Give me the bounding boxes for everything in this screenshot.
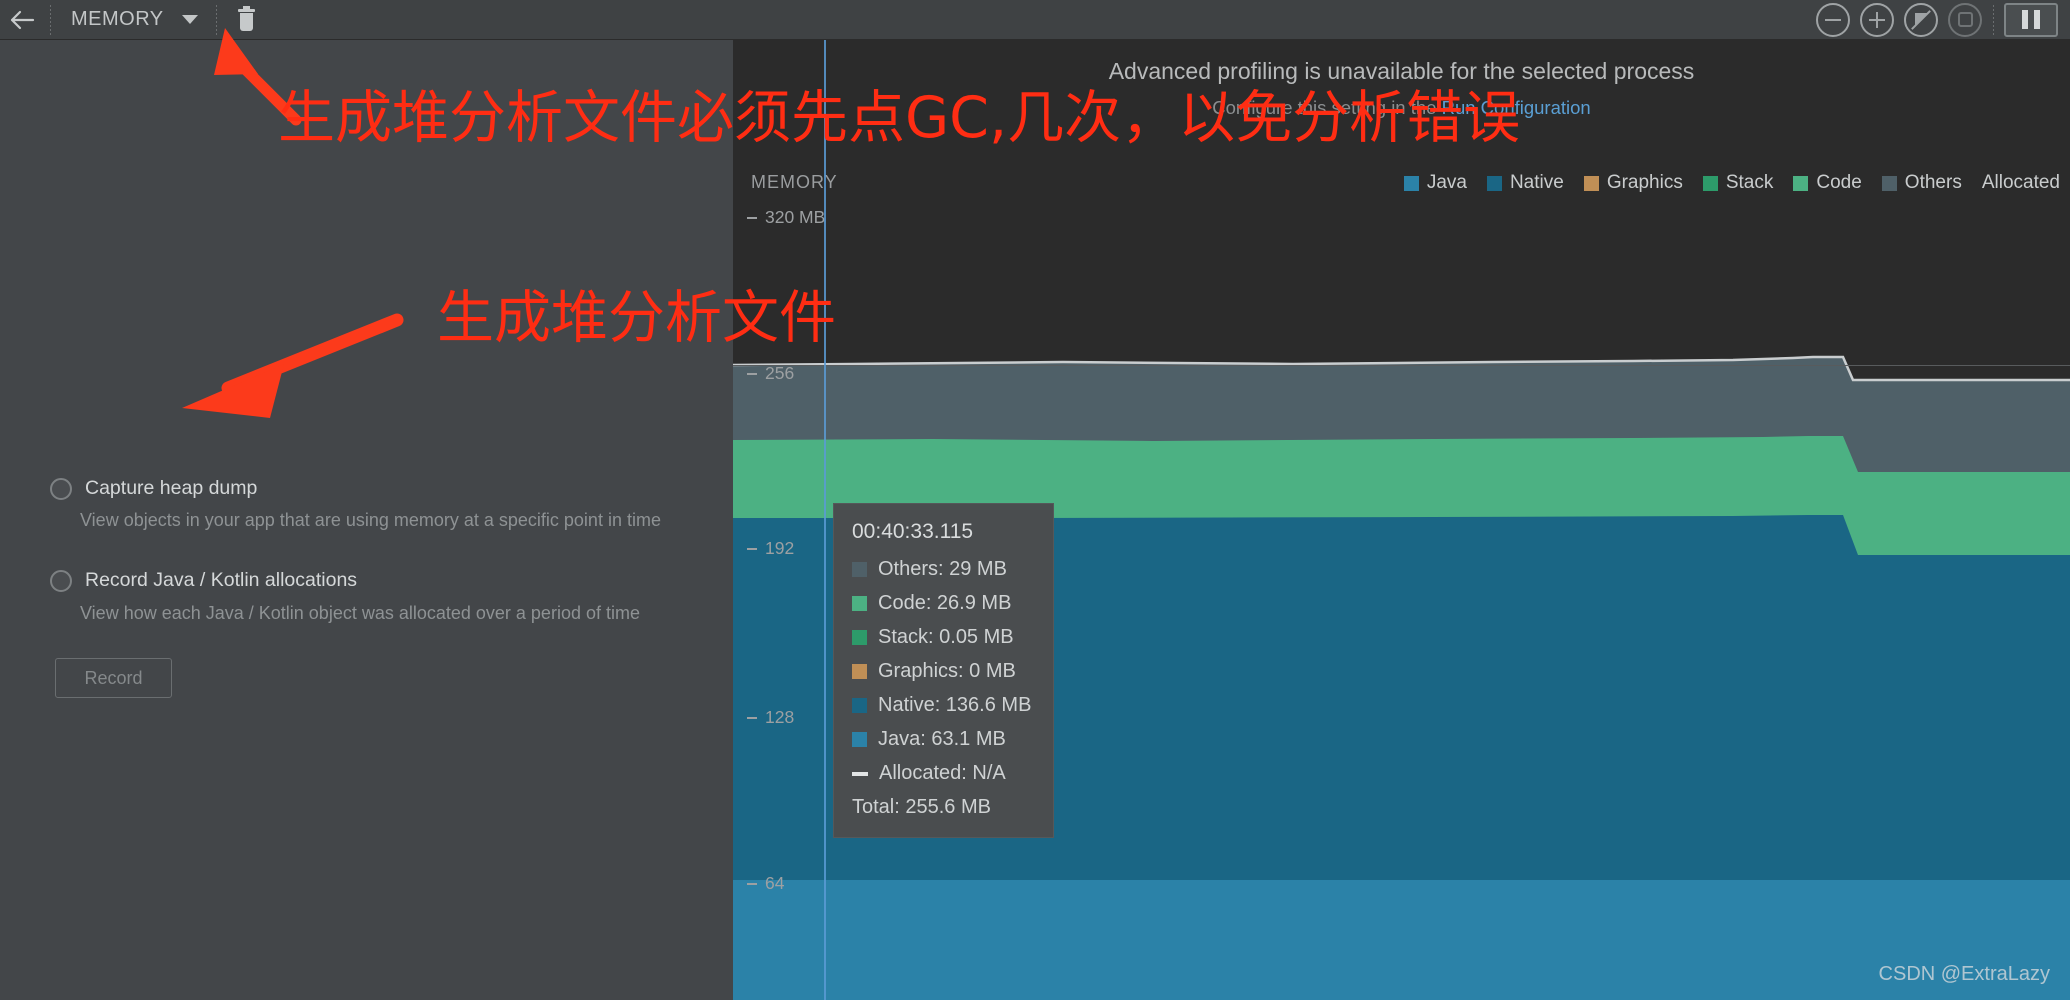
record-allocations-label: Record Java / Kotlin allocations bbox=[85, 569, 358, 591]
legend-item-native[interactable]: Native bbox=[1486, 172, 1564, 194]
tooltip-row-native: Native: 136.6 MB bbox=[852, 694, 1031, 717]
toolbar-separator-3 bbox=[1993, 4, 1994, 35]
chevron-down-icon bbox=[181, 15, 198, 24]
tooltip-swatch-others bbox=[852, 562, 867, 577]
tooltip-swatch-java bbox=[852, 732, 867, 747]
profiler-toolbar: MEMORY bbox=[0, 0, 2070, 40]
memory-tooltip: 00:40:33.115 Others: 29 MB Code: 26.9 MB… bbox=[833, 503, 1055, 838]
tooltip-total: Total: 255.6 MB bbox=[852, 796, 991, 818]
y-tick-192: 192 bbox=[765, 538, 795, 558]
tooltip-label-code: Code: 26.9 MB bbox=[878, 592, 1012, 614]
zoom-out-icon[interactable] bbox=[1816, 2, 1850, 37]
watermark: CSDN @ExtraLazy bbox=[1878, 963, 2050, 985]
pause-icon bbox=[2022, 10, 2028, 29]
tick-dash-256 bbox=[747, 373, 757, 375]
legend-swatch-code bbox=[1793, 175, 1809, 191]
pause-button[interactable] bbox=[2004, 2, 2058, 37]
toolbar-separator-2 bbox=[215, 4, 217, 35]
tooltip-timestamp: 00:40:33.115 bbox=[852, 520, 974, 543]
legend-swatch-java bbox=[1403, 175, 1419, 191]
tooltip-label-stack: Stack: 0.05 MB bbox=[878, 626, 1014, 648]
tooltip-row-code: Code: 26.9 MB bbox=[852, 592, 1031, 615]
record-allocations-description: View how each Java / Kotlin object was a… bbox=[80, 603, 640, 623]
tooltip-label-allocated: Allocated: N/A bbox=[879, 762, 1006, 784]
area-java bbox=[733, 880, 2070, 1000]
legend-label-others: Others bbox=[1904, 172, 1962, 193]
memory-chart-panel[interactable]: Advanced profiling is unavailable for th… bbox=[733, 40, 2070, 1000]
reset-zoom-icon[interactable] bbox=[1904, 2, 1938, 37]
legend-item-code[interactable]: Code bbox=[1793, 172, 1862, 194]
y-tick-256: 256 bbox=[765, 363, 795, 383]
tooltip-dash-allocated bbox=[852, 771, 868, 776]
gc-trash-button[interactable] bbox=[223, 0, 271, 40]
trash-can-icon bbox=[238, 5, 256, 31]
legend-swatch-others bbox=[1881, 175, 1897, 191]
tooltip-label-others: Others: 29 MB bbox=[878, 558, 1007, 580]
legend-item-java[interactable]: Java bbox=[1403, 172, 1467, 194]
capture-options-panel: Capture heap dump View objects in your a… bbox=[0, 40, 733, 1000]
tooltip-row-java: Java: 63.1 MB bbox=[852, 728, 1031, 751]
legend-item-graphics[interactable]: Graphics bbox=[1583, 172, 1683, 194]
legend-item-stack[interactable]: Stack bbox=[1702, 172, 1774, 194]
y-tick-64: 64 bbox=[765, 873, 785, 893]
tooltip-swatch-graphics bbox=[852, 664, 867, 679]
legend-swatch-native bbox=[1486, 175, 1502, 191]
record-button[interactable]: Record bbox=[55, 658, 172, 698]
tooltip-row-stack: Stack: 0.05 MB bbox=[852, 626, 1031, 649]
tooltip-label-native: Native: 136.6 MB bbox=[878, 694, 1032, 716]
tick-dash-192 bbox=[747, 548, 757, 550]
legend-label-java: Java bbox=[1426, 172, 1467, 193]
zoom-in-icon[interactable] bbox=[1860, 2, 1894, 37]
y-tick-128: 128 bbox=[765, 707, 795, 727]
tick-dash-320 bbox=[747, 217, 757, 219]
tick-dash-64 bbox=[747, 883, 757, 885]
attach-to-live-icon[interactable] bbox=[1948, 2, 1982, 37]
tooltip-label-graphics: Graphics: 0 MB bbox=[878, 660, 1016, 682]
profiler-type-dropdown[interactable]: MEMORY bbox=[57, 0, 210, 40]
gridline-256 bbox=[733, 365, 2070, 366]
back-arrow-icon[interactable] bbox=[0, 0, 44, 40]
legend-swatch-stack bbox=[1702, 175, 1718, 191]
tooltip-swatch-code bbox=[852, 596, 867, 611]
selection-time-line[interactable] bbox=[824, 40, 826, 1000]
tooltip-swatch-stack bbox=[852, 630, 867, 645]
legend-item-allocated[interactable]: Allocated bbox=[1982, 172, 2060, 194]
legend-swatch-graphics bbox=[1583, 175, 1599, 191]
legend-label-graphics: Graphics bbox=[1606, 172, 1683, 193]
legend-item-others[interactable]: Others bbox=[1881, 172, 1962, 194]
tooltip-row-graphics: Graphics: 0 MB bbox=[852, 660, 1031, 683]
tooltip-row-others: Others: 29 MB bbox=[852, 558, 1031, 581]
record-button-label: Record bbox=[84, 667, 143, 688]
chart-legend: Java Native Graphics Stack Code Others A… bbox=[1384, 172, 2060, 194]
tick-dash-128 bbox=[747, 717, 757, 719]
tooltip-swatch-native bbox=[852, 698, 867, 713]
profiler-type-label: MEMORY bbox=[71, 8, 164, 30]
legend-label-stack: Stack bbox=[1725, 172, 1774, 193]
legend-label-native: Native bbox=[1509, 172, 1564, 193]
tooltip-label-java: Java: 63.1 MB bbox=[878, 728, 1006, 750]
capture-heap-dump-description: View objects in your app that are using … bbox=[80, 510, 661, 530]
tooltip-row-allocated: Allocated: N/A bbox=[852, 762, 1031, 785]
legend-label-allocated: Allocated bbox=[1981, 172, 2060, 193]
toolbar-separator bbox=[50, 4, 51, 35]
record-allocations-radio[interactable] bbox=[50, 570, 72, 592]
capture-heap-dump-radio[interactable] bbox=[50, 478, 72, 500]
profiler-window: MEMORY Capture heap dump View objects in… bbox=[0, 0, 2070, 1000]
capture-heap-dump-label: Capture heap dump bbox=[85, 477, 258, 499]
legend-label-code: Code bbox=[1816, 172, 1862, 193]
y-tick-320: 320 MB bbox=[765, 207, 826, 227]
